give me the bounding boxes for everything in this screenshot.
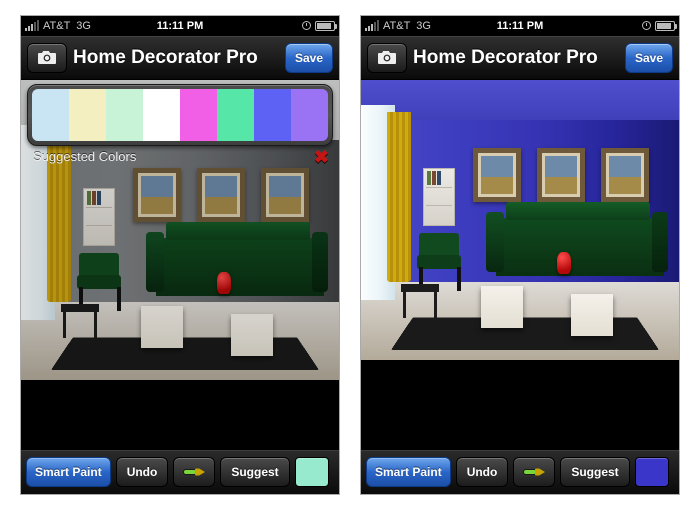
- color-swatch-row: [32, 89, 328, 141]
- save-button[interactable]: Save: [625, 43, 673, 73]
- status-bar: AT&T 3G 11:11 PM: [361, 16, 679, 36]
- color-swatch[interactable]: [291, 89, 328, 141]
- color-swatch[interactable]: [180, 89, 217, 141]
- room-chair: [73, 255, 125, 311]
- brush-tool-button[interactable]: [173, 457, 215, 487]
- bottom-toolbar: Smart Paint Undo Suggest: [361, 450, 679, 494]
- room-sofa: [156, 238, 324, 296]
- room-shelf: [423, 168, 455, 226]
- screenshot-left: AT&T 3G 11:11 PM Home Decorator Pro Save: [20, 15, 340, 495]
- brush-tool-button[interactable]: [513, 457, 555, 487]
- canvas-area[interactable]: Suggested Colors ✖: [21, 80, 339, 450]
- suggested-colors-panel: Suggested Colors ✖: [27, 84, 333, 166]
- page-title: Home Decorator Pro: [73, 47, 279, 69]
- side-table: [61, 304, 99, 312]
- battery-icon: [655, 21, 675, 31]
- color-swatch[interactable]: [32, 89, 69, 141]
- status-bar: AT&T 3G 11:11 PM: [21, 16, 339, 36]
- current-color-chip[interactable]: [295, 457, 329, 487]
- ottoman-cube: [231, 314, 273, 356]
- color-swatch[interactable]: [69, 89, 106, 141]
- battery-icon: [315, 21, 335, 31]
- brush-icon: [182, 463, 206, 481]
- screenshot-right: AT&T 3G 11:11 PM Home Decorator Pro Save: [360, 15, 680, 495]
- room-chair: [413, 235, 465, 291]
- page-title: Home Decorator Pro: [413, 47, 619, 69]
- color-swatch[interactable]: [143, 89, 180, 141]
- side-table: [401, 284, 439, 292]
- room-rug: [51, 337, 319, 370]
- room-shelf: [83, 188, 115, 246]
- current-color-chip[interactable]: [635, 457, 669, 487]
- picture-frame: [601, 148, 649, 202]
- undo-button[interactable]: Undo: [116, 457, 169, 487]
- smart-paint-button[interactable]: Smart Paint: [26, 457, 111, 487]
- nav-bar: Home Decorator Pro Save: [361, 36, 679, 80]
- canvas-area[interactable]: [361, 80, 679, 450]
- ottoman-cube: [481, 286, 523, 328]
- undo-button[interactable]: Undo: [456, 457, 509, 487]
- picture-frame: [473, 148, 521, 202]
- ottoman-cube: [571, 294, 613, 336]
- color-swatch[interactable]: [217, 89, 254, 141]
- picture-frame: [537, 148, 585, 202]
- camera-icon: [37, 50, 57, 65]
- color-swatch[interactable]: [254, 89, 291, 141]
- clock-label: 11:11 PM: [21, 20, 339, 32]
- camera-button[interactable]: [27, 43, 67, 73]
- room-sofa: [496, 218, 664, 276]
- ottoman-cube: [141, 306, 183, 348]
- clock-label: 11:11 PM: [361, 20, 679, 32]
- red-object: [557, 252, 571, 274]
- alarm-icon: [302, 21, 311, 30]
- suggest-button[interactable]: Suggest: [560, 457, 629, 487]
- camera-icon: [377, 50, 397, 65]
- suggest-button[interactable]: Suggest: [220, 457, 289, 487]
- color-swatch[interactable]: [106, 89, 143, 141]
- room-curtain: [387, 112, 411, 282]
- suggested-colors-label: Suggested Colors: [33, 149, 136, 164]
- alarm-icon: [642, 21, 651, 30]
- camera-button[interactable]: [367, 43, 407, 73]
- smart-paint-button[interactable]: Smart Paint: [366, 457, 451, 487]
- picture-frame: [261, 168, 309, 222]
- save-button[interactable]: Save: [285, 43, 333, 73]
- close-icon[interactable]: ✖: [312, 148, 331, 166]
- red-object: [217, 272, 231, 294]
- picture-frame: [133, 168, 181, 222]
- picture-frame: [197, 168, 245, 222]
- room-rug: [391, 317, 659, 350]
- brush-icon: [522, 463, 546, 481]
- bottom-toolbar: Smart Paint Undo Suggest: [21, 450, 339, 494]
- nav-bar: Home Decorator Pro Save: [21, 36, 339, 80]
